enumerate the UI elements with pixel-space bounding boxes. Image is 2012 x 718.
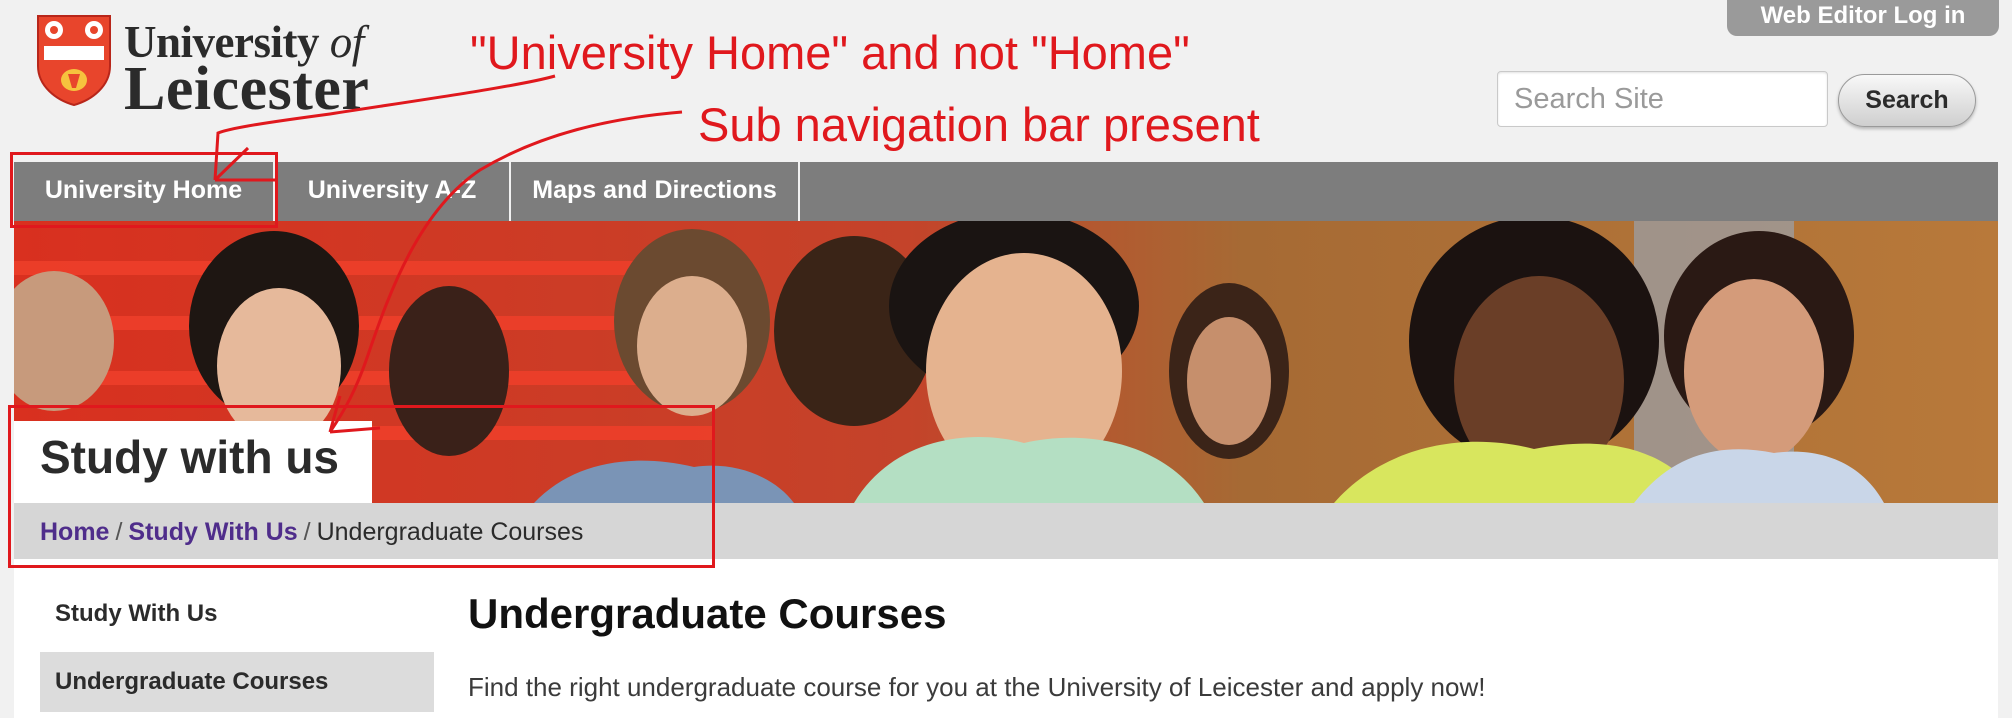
sidebar-item-undergraduate-courses[interactable]: Undergraduate Courses <box>40 652 434 712</box>
sidebar-item-study-with-us[interactable]: Study With Us <box>40 584 434 644</box>
university-crest-icon <box>37 15 111 106</box>
logo-wordmark-bottom: Leicester <box>124 55 370 123</box>
web-editor-login-button[interactable]: Web Editor Log in <box>1727 0 1999 36</box>
annotation-box-home <box>10 152 278 228</box>
annotation-note-home-label: "University Home" and not "Home" <box>470 26 1190 79</box>
annotation-note-subnav: Sub navigation bar present <box>698 98 1260 151</box>
annotation-box-subnav <box>8 405 715 568</box>
nav-item-maps-and-directions[interactable]: Maps and Directions <box>511 162 800 221</box>
page-title: Undergraduate Courses <box>468 590 947 637</box>
university-logo[interactable]: University of Leicester <box>36 14 426 123</box>
intro-text: Find the right undergraduate course for … <box>468 672 1486 702</box>
search-button[interactable]: Search <box>1838 74 1976 127</box>
main-nav: University Home University A-Z Maps and … <box>14 162 1998 221</box>
nav-item-university-a-z[interactable]: University A-Z <box>275 162 511 221</box>
search-input[interactable] <box>1497 71 1828 127</box>
